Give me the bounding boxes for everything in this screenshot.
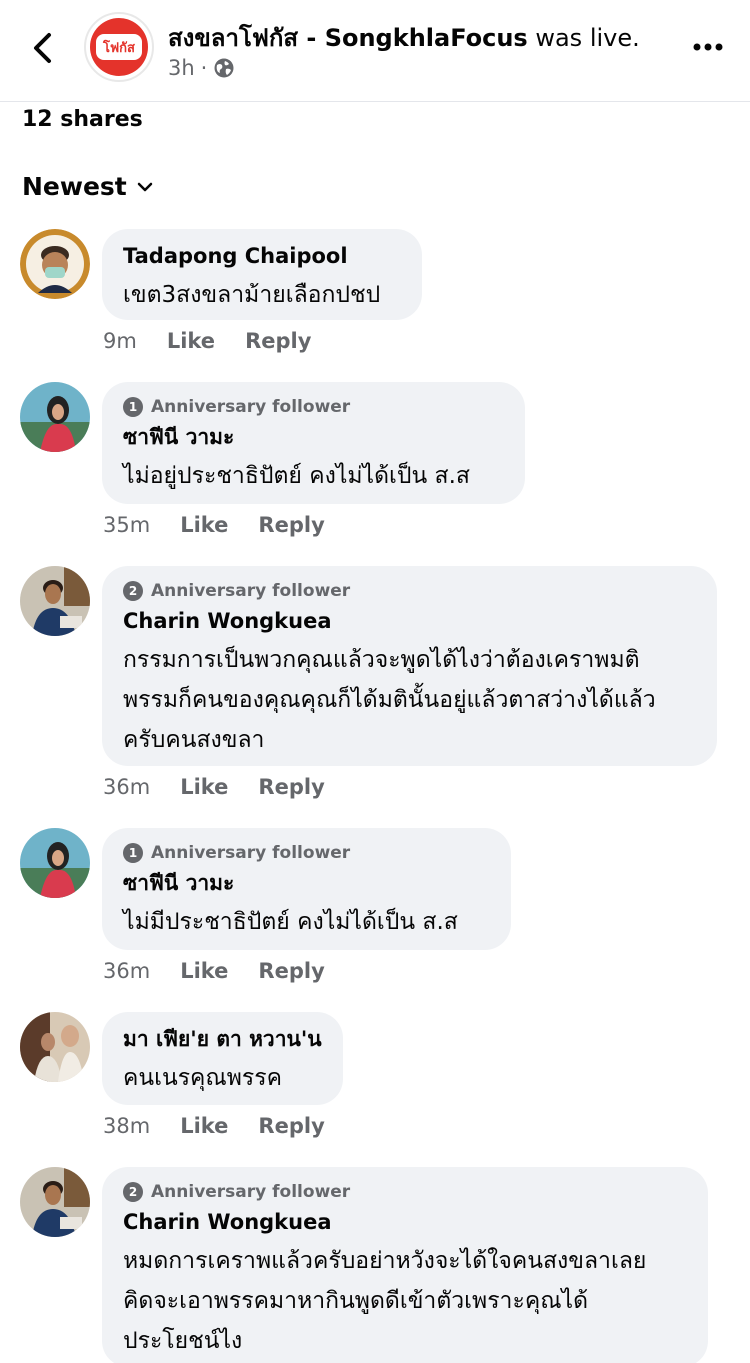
profile-photo-image <box>20 1167 90 1237</box>
comment-time[interactable]: 38m <box>103 1114 150 1138</box>
page-logo-text: โฟกัส <box>103 40 135 56</box>
sort-dropdown[interactable]: Newest <box>22 172 153 201</box>
badge-number: 1 <box>123 843 143 863</box>
follower-badge: 1 Anniversary follower <box>123 842 490 864</box>
like-button[interactable]: Like <box>180 1114 228 1138</box>
comment-line: คิดจะเอาพรรคมาหากินพูดดีเข้าตัวเพราะคุณไ… <box>123 1288 589 1314</box>
comment-time[interactable]: 35m <box>103 513 150 537</box>
comment-bubble[interactable]: 1 Anniversary follower ซาฟีนี วามะ ไม่อย… <box>102 382 525 504</box>
commenter-avatar[interactable] <box>20 229 90 299</box>
commenter-name[interactable]: Charin Wongkuea <box>123 1209 687 1235</box>
badge-number: 1 <box>123 397 143 417</box>
reply-button[interactable]: Reply <box>258 513 324 537</box>
more-dots-icon <box>693 43 723 51</box>
back-button[interactable] <box>22 28 62 68</box>
follower-badge: 2 Anniversary follower <box>123 580 696 602</box>
page-name-link[interactable]: สงขลาโฟกัส - SongkhlaFocus <box>168 24 528 52</box>
like-button[interactable]: Like <box>180 775 228 799</box>
post-action-text: was live. <box>527 24 640 52</box>
comment-line: ครับคนสงขลา <box>123 727 265 753</box>
comment-text: หมดการเคราพแล้วครับอย่าหวังจะได้ใจคนสงขล… <box>123 1241 687 1361</box>
like-button[interactable]: Like <box>180 959 228 983</box>
globe-icon <box>214 58 234 78</box>
post-meta: 3h · <box>168 56 235 80</box>
commenter-name[interactable]: มา เฟีย'ย ตา หวาน'น <box>123 1026 322 1052</box>
commenter-avatar[interactable] <box>20 1167 90 1237</box>
comment-bubble[interactable]: Tadapong Chaipool เขต3สงขลาม้ายเลือกปชป <box>102 229 422 320</box>
commenter-name[interactable]: ซาฟีนี วามะ <box>123 424 504 450</box>
comment-line: ไม่อยู่ประชาธิปัตย์ คงไม่ได้เป็น ส.ส <box>123 463 470 489</box>
comment-time[interactable]: 9m <box>103 329 137 353</box>
post-time[interactable]: 3h <box>168 56 195 80</box>
shares-count[interactable]: 12 shares <box>22 107 143 132</box>
comment-actions: 35m Like Reply <box>103 513 325 537</box>
comment-line: ประโยชน์ไง <box>123 1328 243 1354</box>
comment-text: เขต3สงขลาม้ายเลือกปชป <box>123 275 401 315</box>
profile-photo-image <box>20 828 90 898</box>
comment-actions: 9m Like Reply <box>103 329 311 353</box>
commenter-avatar[interactable] <box>20 566 90 636</box>
comment-time[interactable]: 36m <box>103 775 150 799</box>
commenter-avatar[interactable] <box>20 828 90 898</box>
comment-actions: 36m Like Reply <box>103 959 325 983</box>
comment-line: พรรมก็คนของคุณคุณก็ได้มตินั้นอยู่แล้วตาส… <box>123 687 656 713</box>
commenter-name[interactable]: Charin Wongkuea <box>123 608 696 634</box>
chevron-down-icon <box>137 182 153 191</box>
more-options-button[interactable] <box>688 30 728 64</box>
profile-photo-image <box>20 1012 90 1082</box>
post-header: โฟกัส สงขลาโฟกัส - SongkhlaFocus was liv… <box>0 0 750 102</box>
profile-photo-image <box>20 566 90 636</box>
meta-separator: · <box>200 56 208 80</box>
reply-button[interactable]: Reply <box>258 959 324 983</box>
like-button[interactable]: Like <box>167 329 215 353</box>
back-arrow-icon <box>34 33 51 63</box>
badge-label: Anniversary follower <box>151 581 351 601</box>
commenter-avatar[interactable] <box>20 382 90 452</box>
like-button[interactable]: Like <box>180 513 228 537</box>
badge-label: Anniversary follower <box>151 397 351 417</box>
comment-actions: 36m Like Reply <box>103 775 325 799</box>
badge-label: Anniversary follower <box>151 843 351 863</box>
comment-text: คนเนรคุณพรรค <box>123 1058 322 1098</box>
comment-time[interactable]: 36m <box>103 959 150 983</box>
page-avatar[interactable]: โฟกัส <box>84 12 154 82</box>
follower-badge: 2 Anniversary follower <box>123 1181 687 1203</box>
commenter-name[interactable]: Tadapong Chaipool <box>123 243 401 269</box>
sort-label: Newest <box>22 172 127 201</box>
follower-badge: 1 Anniversary follower <box>123 396 504 418</box>
comment-text: กรรมการเป็นพวกคุณแล้วจะพูดได้ไงว่าต้องเค… <box>123 640 696 760</box>
badge-number: 2 <box>123 581 143 601</box>
comment-line: หมดการเคราพแล้วครับอย่าหวังจะได้ใจคนสงขล… <box>123 1248 647 1274</box>
reply-button[interactable]: Reply <box>258 1114 324 1138</box>
comment-bubble[interactable]: 2 Anniversary follower Charin Wongkuea ก… <box>102 566 717 766</box>
comment-line: ไม่มีประชาธิปัตย์ คงไม่ได้เป็น ส.ส <box>123 909 458 935</box>
comment-text: ไม่มีประชาธิปัตย์ คงไม่ได้เป็น ส.ส <box>123 902 490 942</box>
comment-actions: 38m Like Reply <box>103 1114 325 1138</box>
reply-button[interactable]: Reply <box>245 329 311 353</box>
badge-number: 2 <box>123 1182 143 1202</box>
commenter-name[interactable]: ซาฟีนี วามะ <box>123 870 490 896</box>
badge-label: Anniversary follower <box>151 1182 351 1202</box>
comment-bubble[interactable]: 1 Anniversary follower ซาฟีนี วามะ ไม่มี… <box>102 828 511 950</box>
comment-line: กรรมการเป็นพวกคุณแล้วจะพูดได้ไงว่าต้องเค… <box>123 647 640 673</box>
commenter-avatar[interactable] <box>20 1012 90 1082</box>
profile-photo-image <box>20 382 90 452</box>
comment-bubble[interactable]: 2 Anniversary follower Charin Wongkuea ห… <box>102 1167 708 1363</box>
cartoon-avatar-image <box>20 229 90 299</box>
reply-button[interactable]: Reply <box>258 775 324 799</box>
comment-bubble[interactable]: มา เฟีย'ย ตา หวาน'น คนเนรคุณพรรค <box>102 1012 343 1105</box>
comment-line: เขต3สงขลาม้ายเลือกปชป <box>123 282 381 308</box>
post-title: สงขลาโฟกัส - SongkhlaFocus was live. <box>168 18 640 57</box>
comment-line: คนเนรคุณพรรค <box>123 1065 283 1091</box>
comment-text: ไม่อยู่ประชาธิปัตย์ คงไม่ได้เป็น ส.ส <box>123 456 504 496</box>
